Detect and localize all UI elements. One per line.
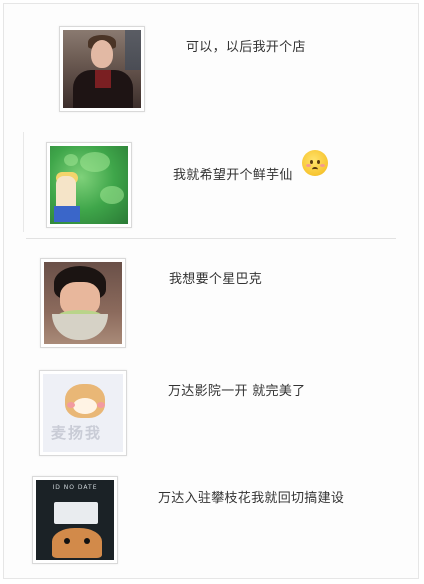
meme-overlay-text: 麦扬我 xyxy=(51,424,103,442)
photo-anime-girl-icon xyxy=(50,146,128,224)
message-caption-2: 我就希望开个鲜芋仙 xyxy=(173,168,293,183)
thumbnail-1[interactable] xyxy=(59,26,145,112)
message-caption-4: 万达影院一开 就完美了 xyxy=(168,384,306,399)
thumbnail-2[interactable] xyxy=(46,142,132,228)
blushing-face-emoji-icon xyxy=(302,150,328,176)
section-divider xyxy=(26,238,396,239)
photo-shiba-meme-icon: 麦扬我 xyxy=(43,374,123,452)
message-caption-3: 我想要个星巴克 xyxy=(169,272,263,287)
photo-young-man-icon xyxy=(63,30,141,108)
message-caption-1: 可以，以后我开个店 xyxy=(186,40,306,55)
thumbnail-4[interactable]: 麦扬我 xyxy=(39,370,127,456)
id-card-header: ID NO DATE xyxy=(52,484,98,491)
photo-id-card-shiba-icon: ID NO DATE xyxy=(36,480,114,560)
message-caption-5: 万达入驻攀枝花我就回切搞建设 xyxy=(158,491,345,506)
thumbnail-3[interactable] xyxy=(40,258,126,348)
thumbnail-5[interactable]: ID NO DATE xyxy=(32,476,118,564)
photo-child-eating-icon xyxy=(44,262,122,344)
left-divider xyxy=(23,132,24,232)
